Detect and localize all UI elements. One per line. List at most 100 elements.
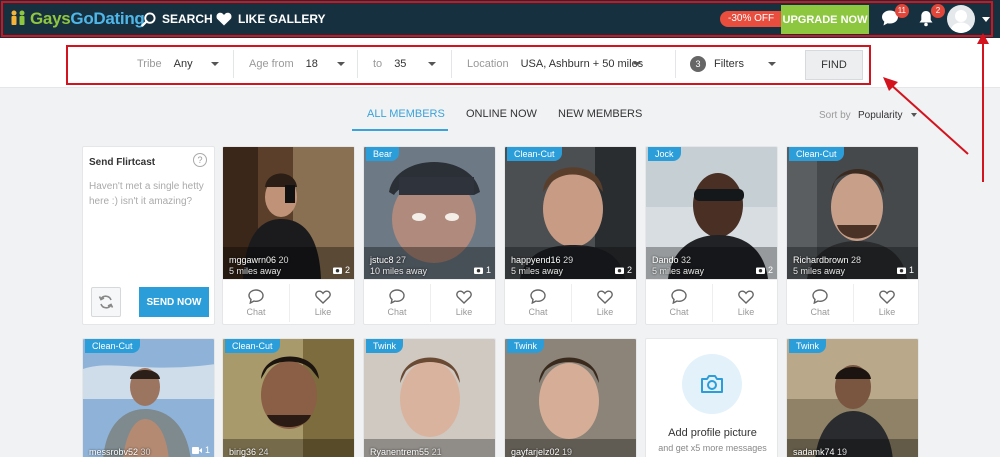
member-photo[interactable]: Clean-Cut happyend16 29 5 miles away 2 — [505, 147, 636, 279]
like-button[interactable]: Like — [431, 280, 495, 324]
add-profile-picture-card[interactable]: Add profile picture and get x5 more mess… — [645, 338, 778, 457]
member-card[interactable]: Twink sadamk74 19 — [786, 338, 919, 457]
tab-all-members[interactable]: ALL MEMBERS — [367, 108, 445, 128]
flirtcast-card: Send Flirtcast ? Haven't met a single he… — [82, 146, 215, 325]
camera-icon — [701, 375, 723, 393]
location-chevron-down-icon[interactable] — [633, 62, 641, 66]
tab-online-now[interactable]: ONLINE NOW — [466, 108, 537, 128]
age-from-select[interactable]: Age from 18 — [249, 53, 318, 75]
like-button[interactable]: Like — [713, 280, 777, 324]
photo-count: 1 — [896, 265, 914, 275]
chat-button[interactable]: Chat — [364, 280, 430, 324]
more-filters-select[interactable]: 3 Filters — [690, 53, 744, 75]
member-card[interactable]: Clean-Cut messrobv52 30 1 — [82, 338, 215, 457]
member-photo[interactable]: mggawrn06 20 5 miles away 2 — [223, 147, 354, 279]
like-button[interactable]: Like — [854, 280, 918, 324]
find-button[interactable]: FIND — [805, 50, 863, 80]
member-photo[interactable]: Bear jstuc8 27 10 miles away 1 — [364, 147, 495, 279]
chat-bubble-icon — [671, 289, 687, 304]
video-camera-icon — [191, 446, 202, 454]
member-photo[interactable]: Clean-Cut Richardbrown 28 5 miles away 1 — [787, 147, 918, 279]
chat-button[interactable]: Chat — [505, 280, 571, 324]
active-tab-indicator — [352, 129, 448, 131]
member-photo[interactable]: Twink gayfarjelz02 19 — [505, 339, 636, 457]
tribe-label: Tribe — [137, 58, 162, 70]
member-card[interactable]: Bear jstuc8 27 10 miles away 1 Chat Like — [363, 146, 496, 325]
notifications-button[interactable]: 2 — [917, 4, 945, 29]
nav-search-label: SEARCH — [162, 12, 213, 26]
photo-image — [223, 339, 354, 457]
photo-count: 2 — [614, 265, 632, 275]
nav-like-gallery-label: LIKE GALLERY — [238, 12, 326, 26]
flirtcast-message: Haven't met a single hetty here :) isn't… — [89, 181, 204, 207]
filters-chevron-down-icon[interactable] — [768, 62, 776, 66]
photo-count: 1 — [191, 445, 210, 455]
sort-by-select[interactable]: Popularity — [858, 110, 902, 121]
divider — [233, 50, 234, 78]
location-value: USA, Ashburn + 50 miles — [520, 58, 644, 70]
tribe-chevron-down-icon[interactable] — [211, 62, 219, 66]
sort-chevron-down-icon[interactable] — [911, 113, 917, 117]
add-profile-picture-subtitle: and get x5 more messages — [658, 443, 767, 453]
like-button[interactable]: Like — [572, 280, 636, 324]
tab-new-members[interactable]: NEW MEMBERS — [558, 108, 642, 128]
logo-figures-icon — [11, 10, 25, 25]
member-card[interactable]: Clean-Cut Richardbrown 28 5 miles away 1… — [786, 146, 919, 325]
tribe-tag: Clean-Cut — [789, 147, 844, 161]
messages-button[interactable]: 11 — [881, 4, 909, 29]
age-to-chevron-down-icon[interactable] — [428, 62, 436, 66]
help-icon[interactable]: ? — [193, 153, 207, 167]
member-distance: 5 miles away — [793, 266, 846, 276]
member-name: messrobv52 30 — [89, 447, 151, 457]
tribe-select[interactable]: Tribe Any — [137, 53, 193, 75]
tribe-tag: Clean-Cut — [85, 339, 140, 353]
location-label: Location — [467, 58, 509, 70]
member-name: sadamk74 19 — [793, 447, 848, 457]
heart-icon — [879, 289, 895, 304]
member-distance: 5 miles away — [229, 266, 282, 276]
heart-icon — [738, 289, 754, 304]
age-to-value: 35 — [394, 58, 407, 70]
member-name: mggawrn06 20 — [229, 255, 289, 265]
photo-image — [505, 339, 636, 457]
member-photo[interactable]: Twink Ryanentrem55 21 — [364, 339, 495, 457]
tribe-tag: Clean-Cut — [225, 339, 280, 353]
send-now-button[interactable]: SEND NOW — [139, 287, 209, 317]
camera-icon — [614, 267, 624, 274]
member-photo[interactable]: Jock Dando 32 5 miles away 2 — [646, 147, 777, 279]
member-card[interactable]: Clean-Cut happyend16 29 5 miles away 2 C… — [504, 146, 637, 325]
user-avatar[interactable] — [947, 5, 975, 33]
member-name: Ryanentrem55 21 — [370, 447, 442, 457]
member-card[interactable]: mggawrn06 20 5 miles away 2 Chat Like — [222, 146, 355, 325]
account-menu-caret-icon[interactable] — [982, 17, 990, 22]
age-to-select[interactable]: to 35 — [373, 53, 406, 75]
member-distance: 10 miles away — [370, 266, 428, 276]
member-name: gayfarjelz02 19 — [511, 447, 573, 457]
chat-button[interactable]: Chat — [223, 280, 289, 324]
member-photo[interactable]: Clean-Cut messrobv52 30 1 — [83, 339, 214, 457]
logo-text-part1: Gays — [30, 9, 71, 28]
like-button[interactable]: Like — [290, 280, 354, 324]
nav-search[interactable]: SEARCH — [141, 11, 213, 27]
add-profile-picture-title: Add profile picture — [668, 427, 757, 439]
upgrade-now-button[interactable]: UPGRADE NOW — [781, 5, 869, 34]
flirtcast-title: Send Flirtcast — [89, 157, 156, 168]
location-select[interactable]: Location USA, Ashburn + 50 miles — [467, 53, 643, 75]
member-photo[interactable]: Twink sadamk74 19 — [787, 339, 918, 457]
chat-button[interactable]: Chat — [787, 280, 853, 324]
age-from-chevron-down-icon[interactable] — [337, 62, 345, 66]
nav-like-gallery[interactable]: LIKE GALLERY — [216, 11, 326, 27]
add-photo-button[interactable] — [682, 354, 742, 414]
site-logo[interactable]: GaysGoDating — [8, 9, 145, 29]
member-photo[interactable]: Clean-Cut birig36 24 — [223, 339, 354, 457]
divider — [675, 50, 676, 78]
member-card[interactable]: Twink gayfarjelz02 19 — [504, 338, 637, 457]
chat-button[interactable]: Chat — [646, 280, 712, 324]
chat-bubble-icon — [389, 289, 405, 304]
refresh-message-button[interactable] — [91, 287, 121, 317]
member-card[interactable]: Twink Ryanentrem55 21 — [363, 338, 496, 457]
member-distance: 5 miles away — [652, 266, 705, 276]
camera-icon — [755, 267, 765, 274]
member-card[interactable]: Clean-Cut birig36 24 — [222, 338, 355, 457]
member-card[interactable]: Jock Dando 32 5 miles away 2 Chat Like — [645, 146, 778, 325]
